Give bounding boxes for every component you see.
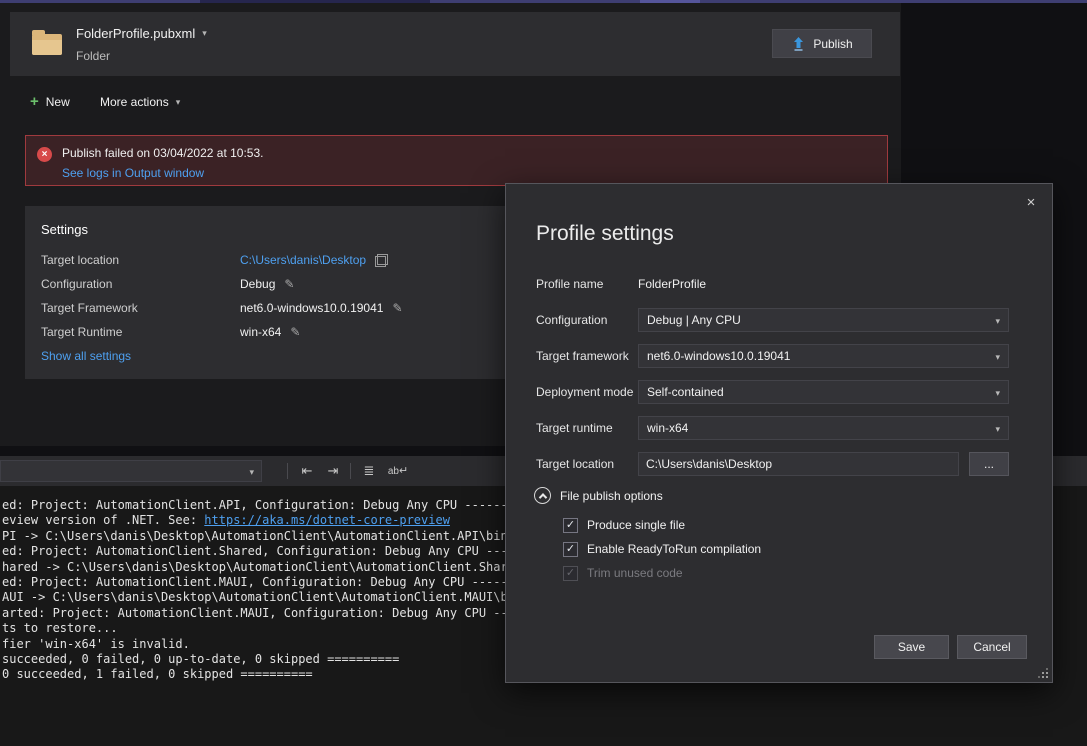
more-actions-button[interactable]: More actions ▾ [100,95,180,109]
edit-icon[interactable]: ✎ [284,277,294,291]
chevron-down-icon: ▾ [995,424,1000,435]
expander-label: File publish options [560,489,663,503]
field-row-profile-name: Profile name FolderProfile [536,272,1041,296]
see-logs-link[interactable]: See logs in Output window [62,166,204,180]
edit-icon[interactable]: ✎ [290,325,300,339]
publish-button[interactable]: Publish [772,29,872,58]
checkbox-row: ✓ Trim unused code [563,564,683,582]
field-label: Configuration [536,308,638,332]
copy-icon[interactable] [375,254,388,267]
close-icon[interactable]: × [1020,192,1042,214]
profile-settings-dialog: × Profile settings Profile name FolderPr… [505,183,1053,683]
field-row-target-location: Target location ... [536,452,1041,476]
target-location-link[interactable]: C:\Users\danis\Desktop [240,253,366,267]
word-wrap-ab: ab [388,466,399,477]
setting-label: Target Framework [41,301,240,315]
check-icon: ✓ [566,568,575,579]
publish-button-label: Publish [813,37,852,51]
combobox-value: Self-contained [647,381,724,403]
field-label: Target location [536,452,638,476]
field-label: Profile name [536,272,638,296]
combobox-value: net6.0-windows10.0.19041 [647,345,790,367]
checkbox-row: ✓ Enable ReadyToRun compilation [563,540,761,558]
publish-icon [791,37,806,51]
checkbox-row: ✓ Produce single file [563,516,685,534]
deployment-mode-combobox[interactable]: Self-contained ▾ [638,380,1009,404]
target-framework-combobox[interactable]: net6.0-windows10.0.19041 ▾ [638,344,1009,368]
goto-next-message-icon[interactable]: ⇥ [322,460,344,482]
word-wrap-icon[interactable]: ab↵ [384,460,412,482]
enable-readytorun-checkbox[interactable]: ✓ [563,542,578,557]
target-runtime-combobox[interactable]: win-x64 ▾ [638,416,1009,440]
toolbar-separator [350,463,351,479]
setting-value: Debug [240,277,275,291]
dotnet-preview-link[interactable]: https://aka.ms/dotnet-core-preview [204,513,450,527]
clear-all-icon[interactable]: ≣ [358,460,380,482]
show-all-settings-link[interactable]: Show all settings [41,349,131,363]
configuration-combobox[interactable]: Debug | Any CPU ▾ [638,308,1009,332]
field-row-target-framework: Target framework net6.0-windows10.0.1904… [536,344,1041,368]
field-row-target-runtime: Target runtime win-x64 ▾ [536,416,1041,440]
chevron-down-icon: ▾ [995,388,1000,399]
more-actions-label: More actions [100,95,169,109]
produce-single-file-checkbox[interactable]: ✓ [563,518,578,533]
return-arrow-icon: ↵ [399,465,408,477]
setting-row-configuration: Configuration Debug ✎ [41,275,294,293]
plus-icon: + [30,96,39,108]
chevron-down-icon: ▾ [249,467,254,478]
setting-label: Target Runtime [41,325,240,339]
field-row-deployment-mode: Deployment mode Self-contained ▾ [536,380,1041,404]
profile-name-value: FolderProfile [638,272,706,296]
save-button[interactable]: Save [874,635,949,659]
show-output-from-combobox[interactable]: ▾ [0,460,262,482]
toolbar-separator [287,463,288,479]
chevron-down-icon: ▾ [176,97,181,108]
dialog-title: Profile settings [536,222,674,246]
checkbox-label: Produce single file [587,518,685,532]
setting-label: Configuration [41,277,240,291]
setting-value: win-x64 [240,325,281,339]
edit-icon[interactable]: ✎ [392,301,402,315]
chevron-down-icon: ▾ [995,352,1000,363]
target-location-input[interactable] [638,452,959,476]
publish-failed-banner: × Publish failed on 03/04/2022 at 10:53.… [25,135,888,186]
file-publish-options-expander[interactable]: File publish options [534,487,663,504]
cancel-button[interactable]: Cancel [957,635,1027,659]
browse-button[interactable]: ... [969,452,1009,476]
publish-profile-header: FolderProfile.pubxml ▾ Folder Publish [10,12,900,76]
field-row-configuration: Configuration Debug | Any CPU ▾ [536,308,1041,332]
folder-icon [32,34,62,55]
profile-type-label: Folder [76,49,110,63]
error-icon: × [37,147,52,162]
checkbox-label: Trim unused code [587,566,683,580]
new-profile-button[interactable]: + New [30,95,70,109]
settings-heading: Settings [41,222,88,237]
check-icon: ✓ [566,544,575,555]
checkbox-label: Enable ReadyToRun compilation [587,542,761,556]
resize-grip[interactable] [1038,668,1048,678]
field-label: Deployment mode [536,380,638,404]
combobox-value: win-x64 [647,417,688,439]
output-line-text: eview version of .NET. See: [2,513,204,527]
trim-unused-code-checkbox: ✓ [563,566,578,581]
chevron-up-icon [534,487,551,504]
error-message: Publish failed on 03/04/2022 at 10:53. [62,146,264,160]
profile-name: FolderProfile.pubxml [76,26,195,41]
chevron-down-icon: ▾ [202,28,207,39]
setting-value: net6.0-windows10.0.19041 [240,301,383,315]
setting-row-target-location: Target location C:\Users\danis\Desktop [41,251,388,269]
profile-selector[interactable]: FolderProfile.pubxml ▾ [76,26,207,41]
chevron-down-icon: ▾ [995,316,1000,327]
check-icon: ✓ [566,520,575,531]
setting-row-target-framework: Target Framework net6.0-windows10.0.1904… [41,299,403,317]
new-button-label: New [46,95,70,109]
setting-label: Target location [41,253,240,267]
combobox-value: Debug | Any CPU [647,309,741,331]
field-label: Target framework [536,344,638,368]
field-label: Target runtime [536,416,638,440]
setting-row-target-runtime: Target Runtime win-x64 ✎ [41,323,300,341]
goto-previous-message-icon[interactable]: ⇤ [296,460,318,482]
